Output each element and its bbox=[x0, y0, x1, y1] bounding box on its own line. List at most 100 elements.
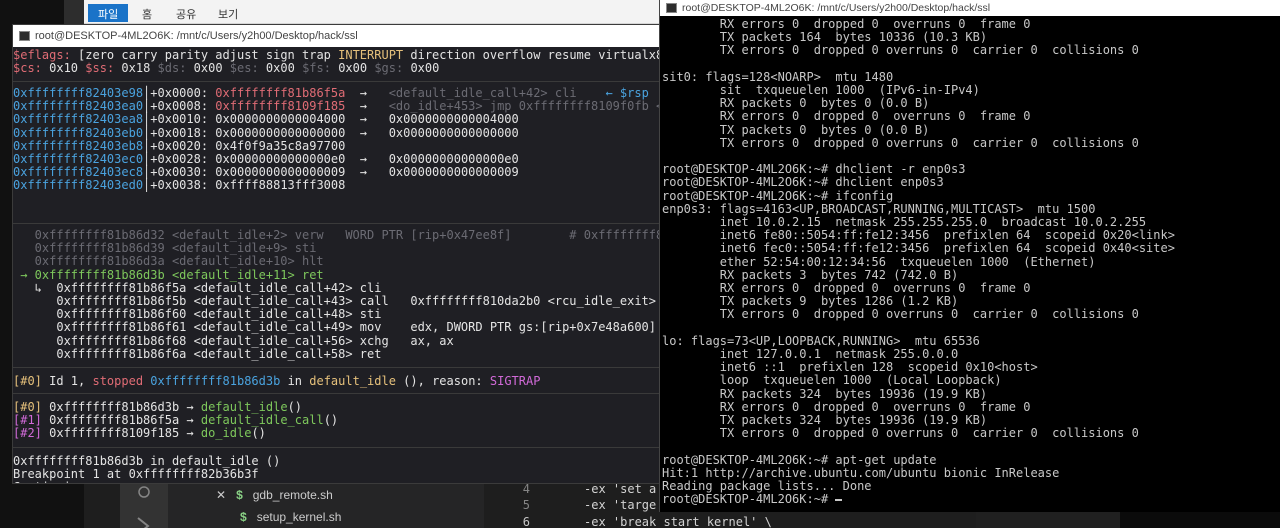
file-item[interactable]: $ setup_kernel.sh bbox=[240, 510, 341, 524]
file-name: gdb_remote.sh bbox=[252, 488, 333, 502]
code-row: → 0xffffffff81b86d3b <default_idle+11> r… bbox=[13, 267, 324, 282]
stack-address: 0xffffffff82403ed0 bbox=[13, 178, 144, 193]
code-row: 0xffffffff81b86f61 <default_idle_call+49… bbox=[13, 320, 660, 335]
register-value: 0x10 bbox=[41, 61, 86, 75]
stop-reason: SIGTRAP bbox=[489, 374, 541, 388]
divider bbox=[13, 223, 659, 224]
terminal-output[interactable]: RX errors 0 dropped 0 overruns 0 frame 0… bbox=[660, 16, 1280, 512]
stack-value: 0x0000000000004000 bbox=[215, 112, 346, 127]
line-number: 5 bbox=[522, 498, 530, 512]
code-text: -ex 'set a bbox=[584, 482, 657, 496]
stack-offset: │+0x0028: bbox=[143, 152, 216, 166]
extensions-icon[interactable] bbox=[120, 484, 168, 528]
tab-view[interactable]: 보기 bbox=[218, 6, 238, 22]
tab-file[interactable]: 파일 bbox=[88, 4, 129, 22]
frame-args: () bbox=[287, 400, 303, 414]
stack-pointer-tag: ← $rsp bbox=[605, 86, 649, 100]
close-icon[interactable]: ✕ bbox=[216, 488, 226, 502]
stack-value: 0x4f0f9a35c8a97700 bbox=[215, 138, 346, 153]
arrow: → bbox=[345, 125, 389, 140]
terminal-line: ether 52:54:00:12:34:56 txqueuelen 1000 … bbox=[662, 254, 1096, 269]
frame-address: 0xffffffff81b86f5a → bbox=[41, 413, 201, 428]
explorer-ribbon: 파일 홈 공유 보기 bbox=[84, 0, 660, 24]
terminal-line: RX packets 324 bytes 19936 (19.9 KB) bbox=[662, 386, 988, 401]
arrow: → bbox=[345, 112, 389, 127]
terminal-prompt: root@DESKTOP-4ML2O6K:~# bbox=[662, 492, 836, 507]
line-number: 4 bbox=[522, 482, 530, 496]
code-line: -ex 'set a bbox=[584, 482, 656, 496]
register-value: [zero carry parity adjust sign trap bbox=[78, 48, 339, 62]
ubuntu-terminal-window[interactable]: root@DESKTOP-4ML2O6K: /mnt/c/Users/y2h00… bbox=[659, 0, 1280, 512]
terminal-line: root@DESKTOP-4ML2O6K:~# dhclient enp0s3 bbox=[662, 175, 944, 190]
gdb-output[interactable]: $eflags: [zero carry parity adjust sign … bbox=[13, 47, 660, 483]
window-title-bar[interactable]: root@DESKTOP-4ML2O6K: /mnt/c/Users/y2h00… bbox=[660, 0, 1280, 16]
register-label: $fs: bbox=[302, 61, 331, 75]
vscode-explorer: ✕ $ gdb_remote.sh $ setup_kernel.sh bbox=[168, 484, 484, 528]
frame-index: [#1] bbox=[13, 413, 42, 428]
stack-offset: │+0x0038: bbox=[143, 178, 216, 193]
stack-value: 0x00000000000000e0 bbox=[215, 152, 346, 166]
gdb-terminal-window[interactable]: root@DESKTOP-4ML2O6K: /mnt/c/Users/y2h00… bbox=[12, 24, 660, 484]
frame-index: [#0] bbox=[13, 400, 42, 414]
thread-text: (), reason: bbox=[395, 374, 490, 388]
register-value: 0x00 bbox=[330, 61, 375, 75]
console-line: Continuing. bbox=[13, 481, 92, 483]
tab-home[interactable]: 홈 bbox=[142, 6, 152, 22]
thread-text: Id 1, bbox=[41, 374, 93, 388]
frame-index: [#2] bbox=[13, 426, 42, 441]
stack-address: 0xffffffff82403eb8 bbox=[13, 138, 144, 153]
terminal-line: root@DESKTOP-4ML2O6K:~# apt-get update bbox=[662, 452, 937, 467]
thread-address: 0xffffffff81b86d3b bbox=[143, 374, 281, 388]
file-item[interactable]: ✕ $ gdb_remote.sh bbox=[216, 488, 333, 502]
code-text: -ex 'break start_kernel' \ bbox=[584, 515, 772, 528]
terminal-prompt-line[interactable]: root@DESKTOP-4ML2O6K:~# bbox=[662, 492, 843, 507]
code-row: 0xffffffff81b86d3a <default_idle+10> hlt bbox=[13, 254, 324, 269]
thread-line: [#0] Id 1, stopped 0xffffffff81b86d3b in… bbox=[13, 374, 541, 388]
thread-function: default_idle bbox=[309, 374, 396, 388]
stack-value: 0xffffffff81b86f5a bbox=[215, 86, 346, 100]
code-row: 0xffffffff81b86f6a <default_idle_call+58… bbox=[13, 346, 382, 361]
divider bbox=[13, 81, 659, 82]
code-line: -ex 'break start_kernel' \ bbox=[584, 515, 772, 528]
terminal-line: TX errors 0 dropped 0 overruns 0 carrier… bbox=[662, 135, 1139, 150]
register-value: 0x00 bbox=[403, 61, 440, 75]
thread-text: in bbox=[280, 374, 310, 388]
code-line: -ex 'targe bbox=[584, 498, 656, 512]
stack-offset: │+0x0020: bbox=[143, 138, 216, 153]
terminal-line: root@DESKTOP-4ML2O6K:~# ifconfig bbox=[662, 188, 894, 203]
stack-value: 0xffff88813fff3008 bbox=[215, 178, 346, 193]
terminal-line: RX errors 0 dropped 0 overruns 0 frame 0 bbox=[662, 109, 1031, 124]
shell-file-icon: $ bbox=[240, 510, 247, 524]
window-title: root@DESKTOP-4ML2O6K: /mnt/c/Users/y2h00… bbox=[682, 2, 991, 14]
arrow: → bbox=[345, 152, 389, 166]
thread-status: stopped bbox=[92, 374, 144, 388]
flag-highlight: INTERRUPT bbox=[338, 48, 404, 62]
frame-function: default_idle_call bbox=[200, 413, 324, 428]
divider bbox=[13, 447, 659, 448]
register-label: $cs: bbox=[13, 61, 42, 75]
terminal-line: TX errors 0 dropped 0 overruns 0 carrier… bbox=[662, 307, 1139, 322]
arrow: → bbox=[345, 165, 389, 180]
cursor bbox=[835, 498, 843, 501]
register-value: 0x00 bbox=[186, 61, 230, 75]
desktop: 파일 홈 공유 보기 ✕ $ gdb_remote.sh $ setup_kernel… bbox=[0, 0, 1280, 528]
tab-share[interactable]: 공유 bbox=[176, 6, 196, 22]
stack-value: 0x0000000000000000 bbox=[215, 125, 346, 140]
trace-row: [#2] 0xffffffff8109f185 → do_idle() bbox=[13, 427, 266, 440]
terminal-line: TX errors 0 dropped 0 overruns 0 carrier… bbox=[662, 426, 1139, 441]
stack-address: 0xffffffff82403ec0 bbox=[13, 152, 144, 166]
code-text: -ex 'targe bbox=[584, 498, 657, 512]
frame-args: () bbox=[323, 413, 339, 428]
register-label: $gs: bbox=[374, 61, 404, 75]
window-title-bar[interactable]: root@DESKTOP-4ML2O6K: /mnt/c/Users/y2h00… bbox=[13, 25, 659, 47]
stack-row: 0xffffffff82403ed0│+0x0038: 0xffff88813f… bbox=[13, 179, 345, 192]
register-label: $ss: bbox=[85, 61, 115, 75]
thread-id: [#0] bbox=[13, 374, 42, 388]
stack-address: 0xffffffff82403ea8 bbox=[13, 112, 144, 127]
stack-deref: 0x00000000000000e0 bbox=[388, 152, 519, 166]
stack-offset: │+0x0000: bbox=[143, 86, 216, 100]
frame-function: default_idle bbox=[200, 400, 288, 414]
vscode-activity-bar bbox=[120, 484, 168, 528]
register-value: 0x00 bbox=[258, 61, 303, 75]
register-label: $ds: bbox=[157, 61, 187, 75]
